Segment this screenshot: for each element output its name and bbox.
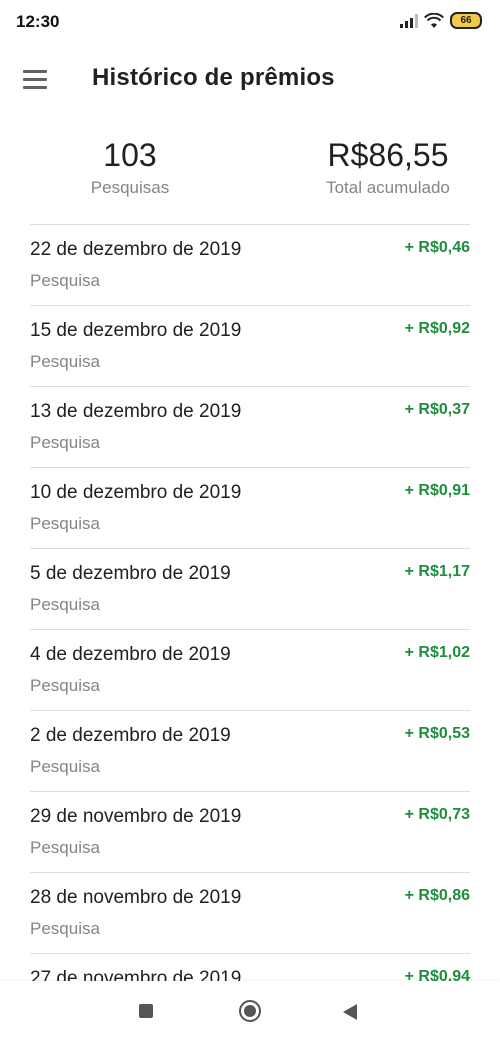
item-date: 29 de novembro de 2019 <box>30 806 242 827</box>
item-type: Pesquisa <box>30 676 100 695</box>
item-type: Pesquisa <box>30 352 100 371</box>
total-amount: R$86,55 <box>327 137 449 173</box>
list-item[interactable]: 2 de dezembro de 2019 Pesquisa + R$0,53 <box>30 710 470 791</box>
item-amount: + R$1,02 <box>404 644 470 661</box>
history-list[interactable]: 22 de dezembro de 2019 Pesquisa + R$0,46… <box>30 224 470 1034</box>
app-bar: Histórico de prêmios <box>0 44 500 114</box>
wifi-icon <box>424 12 444 28</box>
list-item[interactable]: 28 de novembro de 2019 Pesquisa + R$0,86 <box>30 872 470 953</box>
item-date: 2 de dezembro de 2019 <box>30 725 231 746</box>
home-circle-icon[interactable] <box>239 1000 261 1022</box>
item-type: Pesquisa <box>30 838 100 857</box>
item-date: 28 de novembro de 2019 <box>30 887 242 908</box>
item-amount: + R$0,73 <box>404 806 470 823</box>
surveys-label: Pesquisas <box>90 178 170 197</box>
status-icons: 66 <box>400 12 482 29</box>
item-date: 4 de dezembro de 2019 <box>30 644 231 665</box>
item-amount: + R$0,46 <box>404 239 470 256</box>
hamburger-menu-icon[interactable] <box>14 58 56 100</box>
list-item[interactable]: 29 de novembro de 2019 Pesquisa + R$0,73 <box>30 791 470 872</box>
back-triangle-icon[interactable] <box>343 1004 357 1020</box>
item-type: Pesquisa <box>30 514 100 533</box>
item-date: 15 de dezembro de 2019 <box>30 320 242 341</box>
surveys-stat: 103 Pesquisas <box>20 136 240 198</box>
recents-square-icon[interactable] <box>139 1004 153 1018</box>
list-item[interactable]: 5 de dezembro de 2019 Pesquisa + R$1,17 <box>30 548 470 629</box>
status-time: 12:30 <box>16 12 60 31</box>
item-type: Pesquisa <box>30 433 100 452</box>
list-item[interactable]: 10 de dezembro de 2019 Pesquisa + R$0,91 <box>30 467 470 548</box>
item-amount: + R$1,17 <box>404 563 470 580</box>
item-date: 10 de dezembro de 2019 <box>30 482 242 503</box>
summary: 103 Pesquisas R$86,55 Total acumulado <box>30 130 470 220</box>
status-bar: 12:30 66 <box>0 0 500 44</box>
list-item[interactable]: 15 de dezembro de 2019 Pesquisa + R$0,92 <box>30 305 470 386</box>
system-nav-bar <box>0 981 500 1041</box>
signal-icon <box>400 13 418 28</box>
item-amount: + R$0,37 <box>404 401 470 418</box>
page-title: Histórico de prêmios <box>92 64 335 91</box>
item-date: 5 de dezembro de 2019 <box>30 563 231 584</box>
list-item[interactable]: 13 de dezembro de 2019 Pesquisa + R$0,37 <box>30 386 470 467</box>
item-amount: + R$0,92 <box>404 320 470 337</box>
item-amount: + R$0,53 <box>404 725 470 742</box>
item-amount: + R$0,91 <box>404 482 470 499</box>
total-label: Total acumulado <box>326 178 450 197</box>
item-type: Pesquisa <box>30 271 100 290</box>
item-type: Pesquisa <box>30 919 100 938</box>
item-amount: + R$0,86 <box>404 887 470 904</box>
item-date: 13 de dezembro de 2019 <box>30 401 242 422</box>
surveys-count: 103 <box>103 137 157 173</box>
list-item[interactable]: 22 de dezembro de 2019 Pesquisa + R$0,46 <box>30 224 470 305</box>
item-date: 22 de dezembro de 2019 <box>30 239 242 260</box>
battery-icon: 66 <box>450 12 482 29</box>
item-type: Pesquisa <box>30 595 100 614</box>
item-type: Pesquisa <box>30 757 100 776</box>
total-stat: R$86,55 Total acumulado <box>278 136 498 198</box>
screen: 12:30 66 Histórico de prêmios 103 Pesqui… <box>0 0 500 1041</box>
list-item[interactable]: 4 de dezembro de 2019 Pesquisa + R$1,02 <box>30 629 470 710</box>
